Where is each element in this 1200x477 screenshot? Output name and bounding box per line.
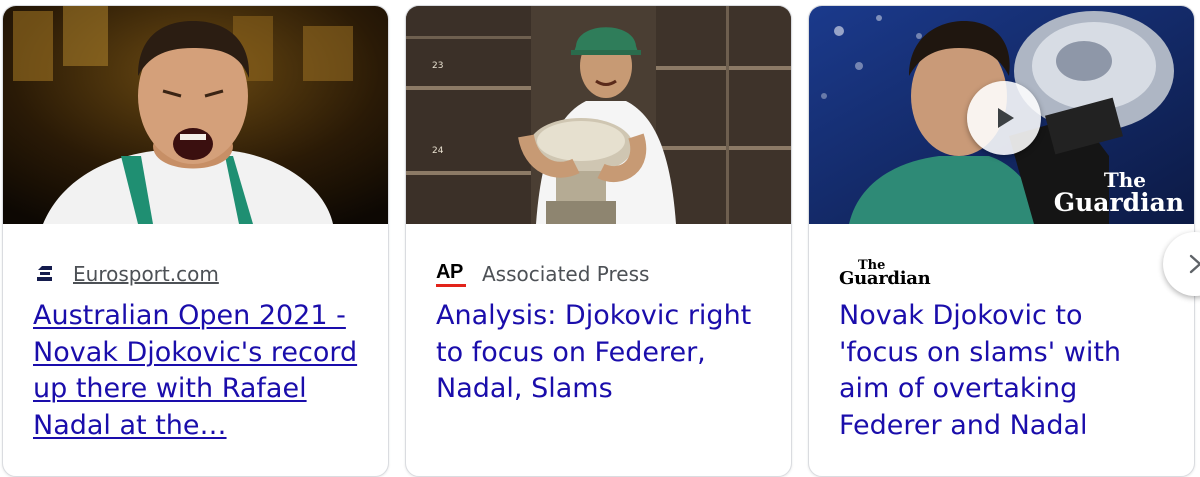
news-card-2[interactable]: 23 24 AP Associated Press Analysis: Djok… bbox=[405, 5, 792, 477]
eurosport-logo-icon bbox=[33, 262, 57, 286]
source-name[interactable]: Eurosport.com bbox=[73, 262, 219, 286]
news-card-3[interactable]: The Guardian The Guardian Novak Djokovic… bbox=[808, 5, 1195, 477]
news-thumbnail[interactable]: The Guardian bbox=[809, 6, 1194, 224]
ap-logo-icon: AP bbox=[436, 262, 466, 287]
news-headline[interactable]: Analysis: Djokovic right to focus on Fed… bbox=[436, 298, 766, 408]
locker-number: 24 bbox=[432, 146, 444, 156]
news-thumbnail[interactable]: 23 24 bbox=[406, 6, 791, 224]
chevron-right-icon bbox=[1189, 254, 1200, 274]
news-headline[interactable]: Australian Open 2021 - Novak Djokovic's … bbox=[33, 298, 363, 444]
news-source: Eurosport.com bbox=[33, 258, 219, 290]
play-video-button[interactable] bbox=[967, 81, 1041, 155]
locker-number: 23 bbox=[432, 61, 443, 71]
source-name[interactable]: Associated Press bbox=[482, 262, 649, 286]
news-source: AP Associated Press bbox=[436, 258, 649, 290]
news-source: The Guardian bbox=[839, 258, 935, 290]
guardian-watermark: The Guardian bbox=[1053, 168, 1184, 217]
play-icon bbox=[998, 108, 1014, 128]
news-card-1[interactable]: Eurosport.com Australian Open 2021 - Nov… bbox=[2, 5, 389, 477]
guardian-logo-icon: The Guardian bbox=[839, 258, 931, 289]
news-headline[interactable]: Novak Djokovic to 'focus on slams' with … bbox=[839, 298, 1169, 444]
news-thumbnail[interactable] bbox=[3, 6, 388, 224]
